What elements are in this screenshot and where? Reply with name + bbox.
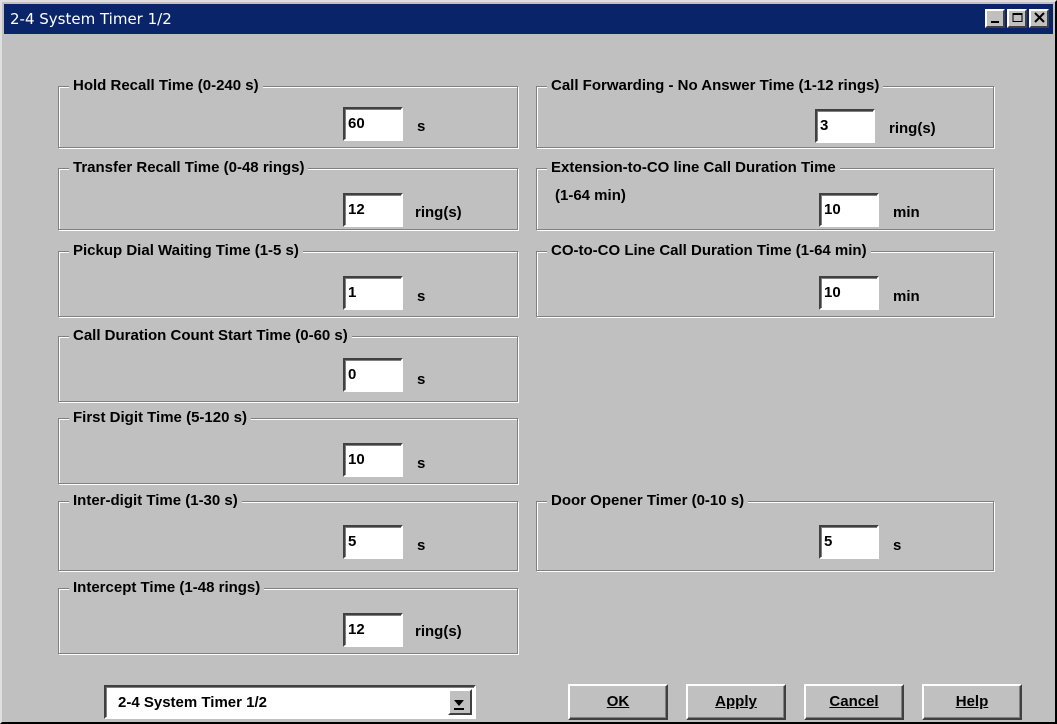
group-subtitle: (1-64 min) <box>555 187 626 204</box>
dialog-window: 2-4 System Timer 1/2 Hold Recall Time (0… <box>0 0 1057 724</box>
door-opener-timer-input[interactable]: 5 <box>819 525 879 559</box>
group-title: CO-to-CO Line Call Duration Time (1-64 m… <box>547 241 871 261</box>
group-co-to-co-call-duration-time: CO-to-CO Line Call Duration Time (1-64 m… <box>536 241 994 317</box>
pickup-dial-waiting-time-input[interactable]: 1 <box>343 276 403 310</box>
co-to-co-call-duration-time-input[interactable]: 10 <box>819 276 879 310</box>
unit-label: s <box>893 537 902 554</box>
minimize-button[interactable] <box>985 9 1005 28</box>
inter-digit-time-input[interactable]: 5 <box>343 525 403 559</box>
call-duration-count-start-time-input[interactable]: 0 <box>343 358 403 392</box>
help-button[interactable]: Help <box>922 684 1022 720</box>
unit-label: ring(s) <box>415 623 462 640</box>
group-title: Call Forwarding - No Answer Time (1-12 r… <box>547 76 884 96</box>
maximize-icon <box>1012 13 1023 22</box>
group-first-digit-time: First Digit Time (5-120 s) 10 s <box>58 408 518 484</box>
maximize-button[interactable] <box>1007 9 1027 28</box>
dropdown-arrow-button[interactable] <box>448 689 472 715</box>
group-intercept-time: Intercept Time (1-48 rings) 12 ring(s) <box>58 578 518 654</box>
first-digit-time-input[interactable]: 10 <box>343 443 403 477</box>
group-call-forwarding-no-answer-time: Call Forwarding - No Answer Time (1-12 r… <box>536 76 994 148</box>
hold-recall-time-input[interactable]: 60 <box>343 107 403 141</box>
group-extension-to-co-call-duration-time: Extension-to-CO line Call Duration Time … <box>536 158 994 230</box>
group-transfer-recall-time: Transfer Recall Time (0-48 rings) 12 rin… <box>58 158 518 230</box>
unit-label: s <box>417 118 426 135</box>
unit-label: s <box>417 455 426 472</box>
close-icon <box>1034 12 1045 23</box>
window-controls <box>985 9 1049 28</box>
cancel-button[interactable]: Cancel <box>804 684 904 720</box>
page-select-value: 2-4 System Timer 1/2 <box>118 694 267 711</box>
unit-label: min <box>893 288 920 305</box>
window-title: 2-4 System Timer 1/2 <box>10 10 172 28</box>
unit-label: min <box>893 204 920 221</box>
group-inter-digit-time: Inter-digit Time (1-30 s) 5 s <box>58 491 518 571</box>
call-forwarding-no-answer-time-input[interactable]: 3 <box>815 109 875 143</box>
title-bar[interactable]: 2-4 System Timer 1/2 <box>4 4 1053 34</box>
group-title: First Digit Time (5-120 s) <box>69 408 251 428</box>
close-button[interactable] <box>1029 9 1049 28</box>
group-title: Inter-digit Time (1-30 s) <box>69 491 242 511</box>
unit-label: s <box>417 288 426 305</box>
unit-label: s <box>417 537 426 554</box>
unit-label: ring(s) <box>889 120 936 137</box>
group-title: Extension-to-CO line Call Duration Time <box>547 158 840 178</box>
unit-label: s <box>417 371 426 388</box>
group-title: Pickup Dial Waiting Time (1-5 s) <box>69 241 303 261</box>
group-title: Door Opener Timer (0-10 s) <box>547 491 749 511</box>
group-call-duration-count-start-time: Call Duration Count Start Time (0-60 s) … <box>58 326 518 402</box>
page-select-dropdown[interactable]: 2-4 System Timer 1/2 <box>104 685 476 719</box>
group-hold-recall-time: Hold Recall Time (0-240 s) 60 s <box>58 76 518 148</box>
transfer-recall-time-input[interactable]: 12 <box>343 193 403 227</box>
chevron-down-icon <box>454 700 464 710</box>
group-title: Intercept Time (1-48 rings) <box>69 578 265 598</box>
minimize-icon <box>991 21 999 23</box>
group-pickup-dial-waiting-time: Pickup Dial Waiting Time (1-5 s) 1 s <box>58 241 518 317</box>
group-door-opener-timer: Door Opener Timer (0-10 s) 5 s <box>536 491 994 571</box>
ok-button[interactable]: OK <box>568 684 668 720</box>
apply-button[interactable]: Apply <box>686 684 786 720</box>
group-title: Transfer Recall Time (0-48 rings) <box>69 158 309 178</box>
extension-to-co-call-duration-time-input[interactable]: 10 <box>819 193 879 227</box>
unit-label: ring(s) <box>415 204 462 221</box>
group-title: Hold Recall Time (0-240 s) <box>69 76 263 96</box>
group-title: Call Duration Count Start Time (0-60 s) <box>69 326 352 346</box>
intercept-time-input[interactable]: 12 <box>343 613 403 647</box>
